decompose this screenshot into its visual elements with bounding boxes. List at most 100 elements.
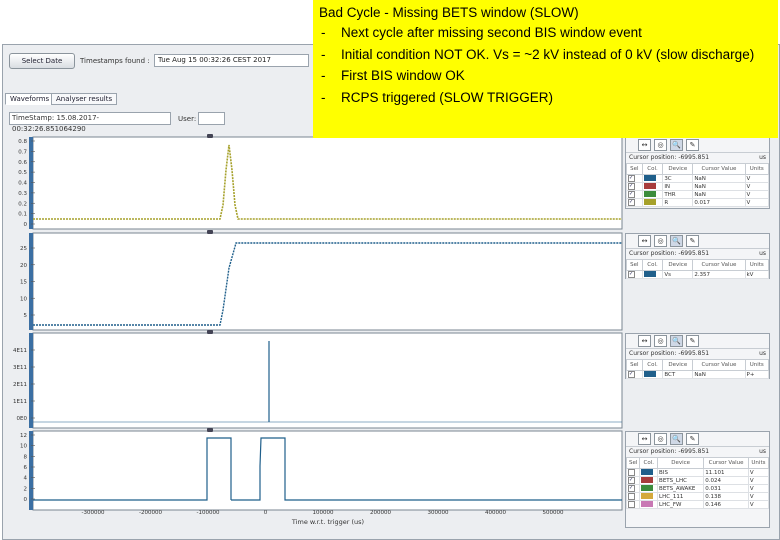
channel-table: SelCol.DeviceCursor ValueUnitsBCTNaNP+ bbox=[626, 359, 769, 379]
select-checkbox[interactable] bbox=[628, 469, 635, 476]
table-row[interactable]: BETS_LHC0.024V bbox=[625, 476, 770, 485]
reset-icon[interactable]: ◎ bbox=[654, 139, 667, 151]
channel-panel: ↔ ◎ 🔍 ✎ Cursor position: -6995.851 us Sel Col. D… bbox=[625, 333, 770, 379]
select-checkbox[interactable] bbox=[628, 501, 635, 508]
zoom-icon[interactable]: 🔍 bbox=[670, 235, 683, 247]
select-checkbox[interactable] bbox=[628, 199, 635, 206]
note-bullet: RCPS triggered (SLOW TRIGGER) bbox=[319, 87, 772, 109]
zoom-icon[interactable]: 🔍 bbox=[670, 139, 683, 151]
value-cell: 0.146 bbox=[703, 500, 749, 509]
tool-icon[interactable]: ✎ bbox=[686, 139, 699, 151]
color-swatch[interactable] bbox=[643, 191, 656, 198]
note-bullets: Next cycle after missing second BIS wind… bbox=[319, 22, 772, 108]
timestamp-select[interactable]: Tue Aug 15 00:32:26 CEST 2017 bbox=[154, 54, 309, 67]
select-checkbox[interactable] bbox=[628, 175, 635, 182]
reset-icon[interactable]: ◎ bbox=[654, 335, 667, 347]
unit-cell: V bbox=[747, 500, 770, 509]
select-checkbox[interactable] bbox=[628, 477, 635, 484]
value-cell: 0.138 bbox=[703, 492, 749, 501]
table-row[interactable]: 3CNaNV bbox=[626, 174, 769, 183]
column-header: Units bbox=[744, 359, 769, 371]
zoom-out-icon[interactable]: ↔ bbox=[638, 335, 651, 347]
color-swatch[interactable] bbox=[643, 271, 656, 278]
color-swatch[interactable] bbox=[643, 183, 656, 190]
table-row[interactable]: THRNaNV bbox=[626, 190, 769, 199]
zoom-icon[interactable]: 🔍 bbox=[670, 335, 683, 347]
color-swatch[interactable] bbox=[643, 371, 656, 378]
select-checkbox[interactable] bbox=[628, 271, 635, 278]
reset-icon[interactable]: ◎ bbox=[654, 235, 667, 247]
color-swatch[interactable] bbox=[641, 477, 654, 484]
column-header: Cursor Value bbox=[692, 359, 746, 371]
cursor-position-text: Cursor position: -6995.851 bbox=[629, 350, 710, 357]
table-row[interactable]: BIS 11.101 V bbox=[625, 468, 770, 477]
user-label: User: bbox=[178, 115, 197, 123]
channel-panel: ↔ ◎ 🔍 ✎ Cursor position: -6995.851 us Sel Col. D… bbox=[625, 233, 770, 279]
zoom-out-icon[interactable]: ↔ bbox=[638, 433, 651, 445]
sel-cell bbox=[626, 174, 643, 183]
table-row[interactable]: Vs2.357kV bbox=[626, 270, 769, 279]
tool-icon[interactable]: ✎ bbox=[686, 335, 699, 347]
device-cell: BETS_AWAKE bbox=[657, 484, 705, 493]
zoom-out-icon[interactable]: ↔ bbox=[638, 235, 651, 247]
tab-analyser-results[interactable]: Analyser results bbox=[51, 93, 118, 105]
cursor-position-text: Cursor position: -6995.851 bbox=[629, 154, 710, 161]
tool-icon[interactable]: ✎ bbox=[686, 433, 699, 445]
color-cell bbox=[641, 190, 664, 199]
zoom-icon[interactable]: 🔍 bbox=[670, 433, 683, 445]
table-row[interactable]: BETS_AWAKE0.031V bbox=[625, 484, 770, 493]
column-header: Cursor Value bbox=[692, 163, 746, 175]
column-header: Sel bbox=[625, 457, 641, 469]
color-swatch[interactable] bbox=[641, 493, 654, 500]
unit-cell: P+ bbox=[744, 370, 769, 379]
column-header: Device bbox=[662, 359, 694, 371]
value-cell: 2.357 bbox=[692, 270, 746, 279]
color-swatch[interactable] bbox=[643, 175, 656, 182]
tab-waveforms[interactable]: Waveforms bbox=[5, 93, 55, 105]
color-swatch[interactable] bbox=[641, 485, 654, 492]
table-row[interactable]: LHC_FW 0.146 V bbox=[625, 500, 770, 509]
cursor-position-text: Cursor position: -6995.851 bbox=[629, 250, 710, 257]
timestamps-label: Timestamps found : bbox=[80, 57, 150, 65]
column-header: Units bbox=[744, 163, 769, 175]
table-row[interactable]: BCTNaNP+ bbox=[626, 370, 769, 379]
timestamp-info-field: TimeStamp: 15.08.2017-00:32:26.851064290 bbox=[9, 112, 171, 133]
color-swatch[interactable] bbox=[641, 469, 654, 476]
sel-cell bbox=[625, 468, 641, 477]
unit-cell: V bbox=[744, 182, 769, 191]
color-cell bbox=[639, 468, 659, 477]
color-swatch[interactable] bbox=[643, 199, 656, 206]
select-checkbox[interactable] bbox=[628, 371, 635, 378]
value-cell: NaN bbox=[692, 370, 746, 379]
cursor-position: Cursor position: -6995.851 us bbox=[626, 447, 769, 457]
color-cell bbox=[639, 492, 659, 501]
unit-cell: V bbox=[744, 198, 769, 207]
color-cell bbox=[639, 484, 659, 493]
sel-cell bbox=[626, 270, 643, 279]
select-checkbox[interactable] bbox=[628, 485, 635, 492]
select-checkbox[interactable] bbox=[628, 183, 635, 190]
select-date-button[interactable]: Select Date bbox=[9, 53, 75, 69]
column-header: Units bbox=[744, 259, 769, 271]
table-row[interactable]: R0.017V bbox=[626, 198, 769, 207]
zoom-out-icon[interactable]: ↔ bbox=[638, 139, 651, 151]
channel-table: Sel Col. Device Cursor Value Units BIS 11.101 V… bbox=[625, 457, 770, 509]
sel-cell bbox=[626, 190, 643, 199]
select-checkbox[interactable] bbox=[628, 493, 635, 500]
color-swatch[interactable] bbox=[641, 501, 654, 508]
tool-icon[interactable]: ✎ bbox=[686, 235, 699, 247]
reset-icon[interactable]: ◎ bbox=[654, 433, 667, 445]
unit-cell: V bbox=[747, 468, 770, 477]
value-cell: 0.031 bbox=[703, 484, 749, 493]
user-field bbox=[198, 112, 225, 125]
value-cell: 0.017 bbox=[692, 198, 746, 207]
column-header: Units bbox=[747, 457, 770, 469]
value-cell: NaN bbox=[692, 190, 746, 199]
table-row[interactable]: LHC_111 0.138 V bbox=[625, 492, 770, 501]
sel-cell bbox=[626, 370, 643, 379]
panel-toolbar: ↔ ◎ 🔍 ✎ bbox=[626, 234, 769, 249]
value-cell: NaN bbox=[692, 182, 746, 191]
select-checkbox[interactable] bbox=[628, 191, 635, 198]
unit-cell: kV bbox=[744, 270, 769, 279]
table-row[interactable]: INNaNV bbox=[626, 182, 769, 191]
